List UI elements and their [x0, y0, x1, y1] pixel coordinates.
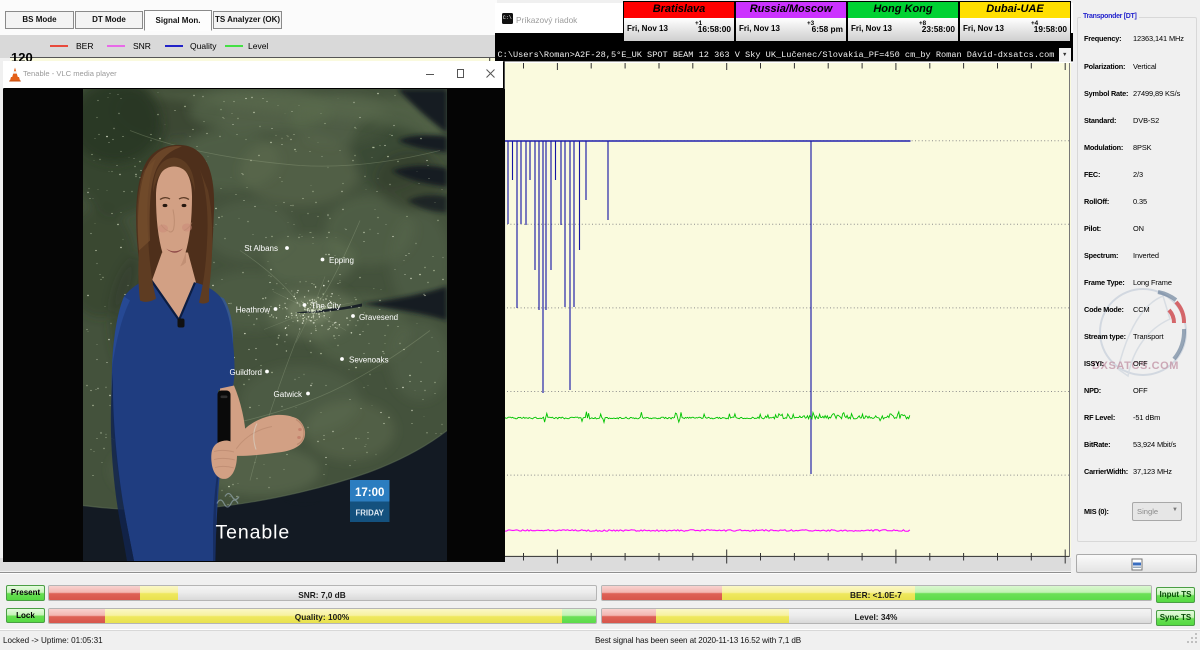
- svg-text:Gatwick: Gatwick: [274, 390, 303, 399]
- svg-text:17:00: 17:00: [355, 487, 384, 499]
- svg-text:Sevenoaks: Sevenoaks: [349, 355, 389, 364]
- svg-text:FRIDAY: FRIDAY: [356, 508, 385, 517]
- svg-text:Heathrow: Heathrow: [236, 305, 270, 314]
- svg-text:The City: The City: [311, 301, 341, 310]
- svg-text:Tenable: Tenable: [216, 521, 291, 543]
- svg-text:Gravesend: Gravesend: [359, 313, 398, 322]
- svg-text:St Albans: St Albans: [244, 244, 278, 253]
- svg-text:Guildford: Guildford: [230, 368, 262, 377]
- svg-text:Epping: Epping: [329, 256, 354, 265]
